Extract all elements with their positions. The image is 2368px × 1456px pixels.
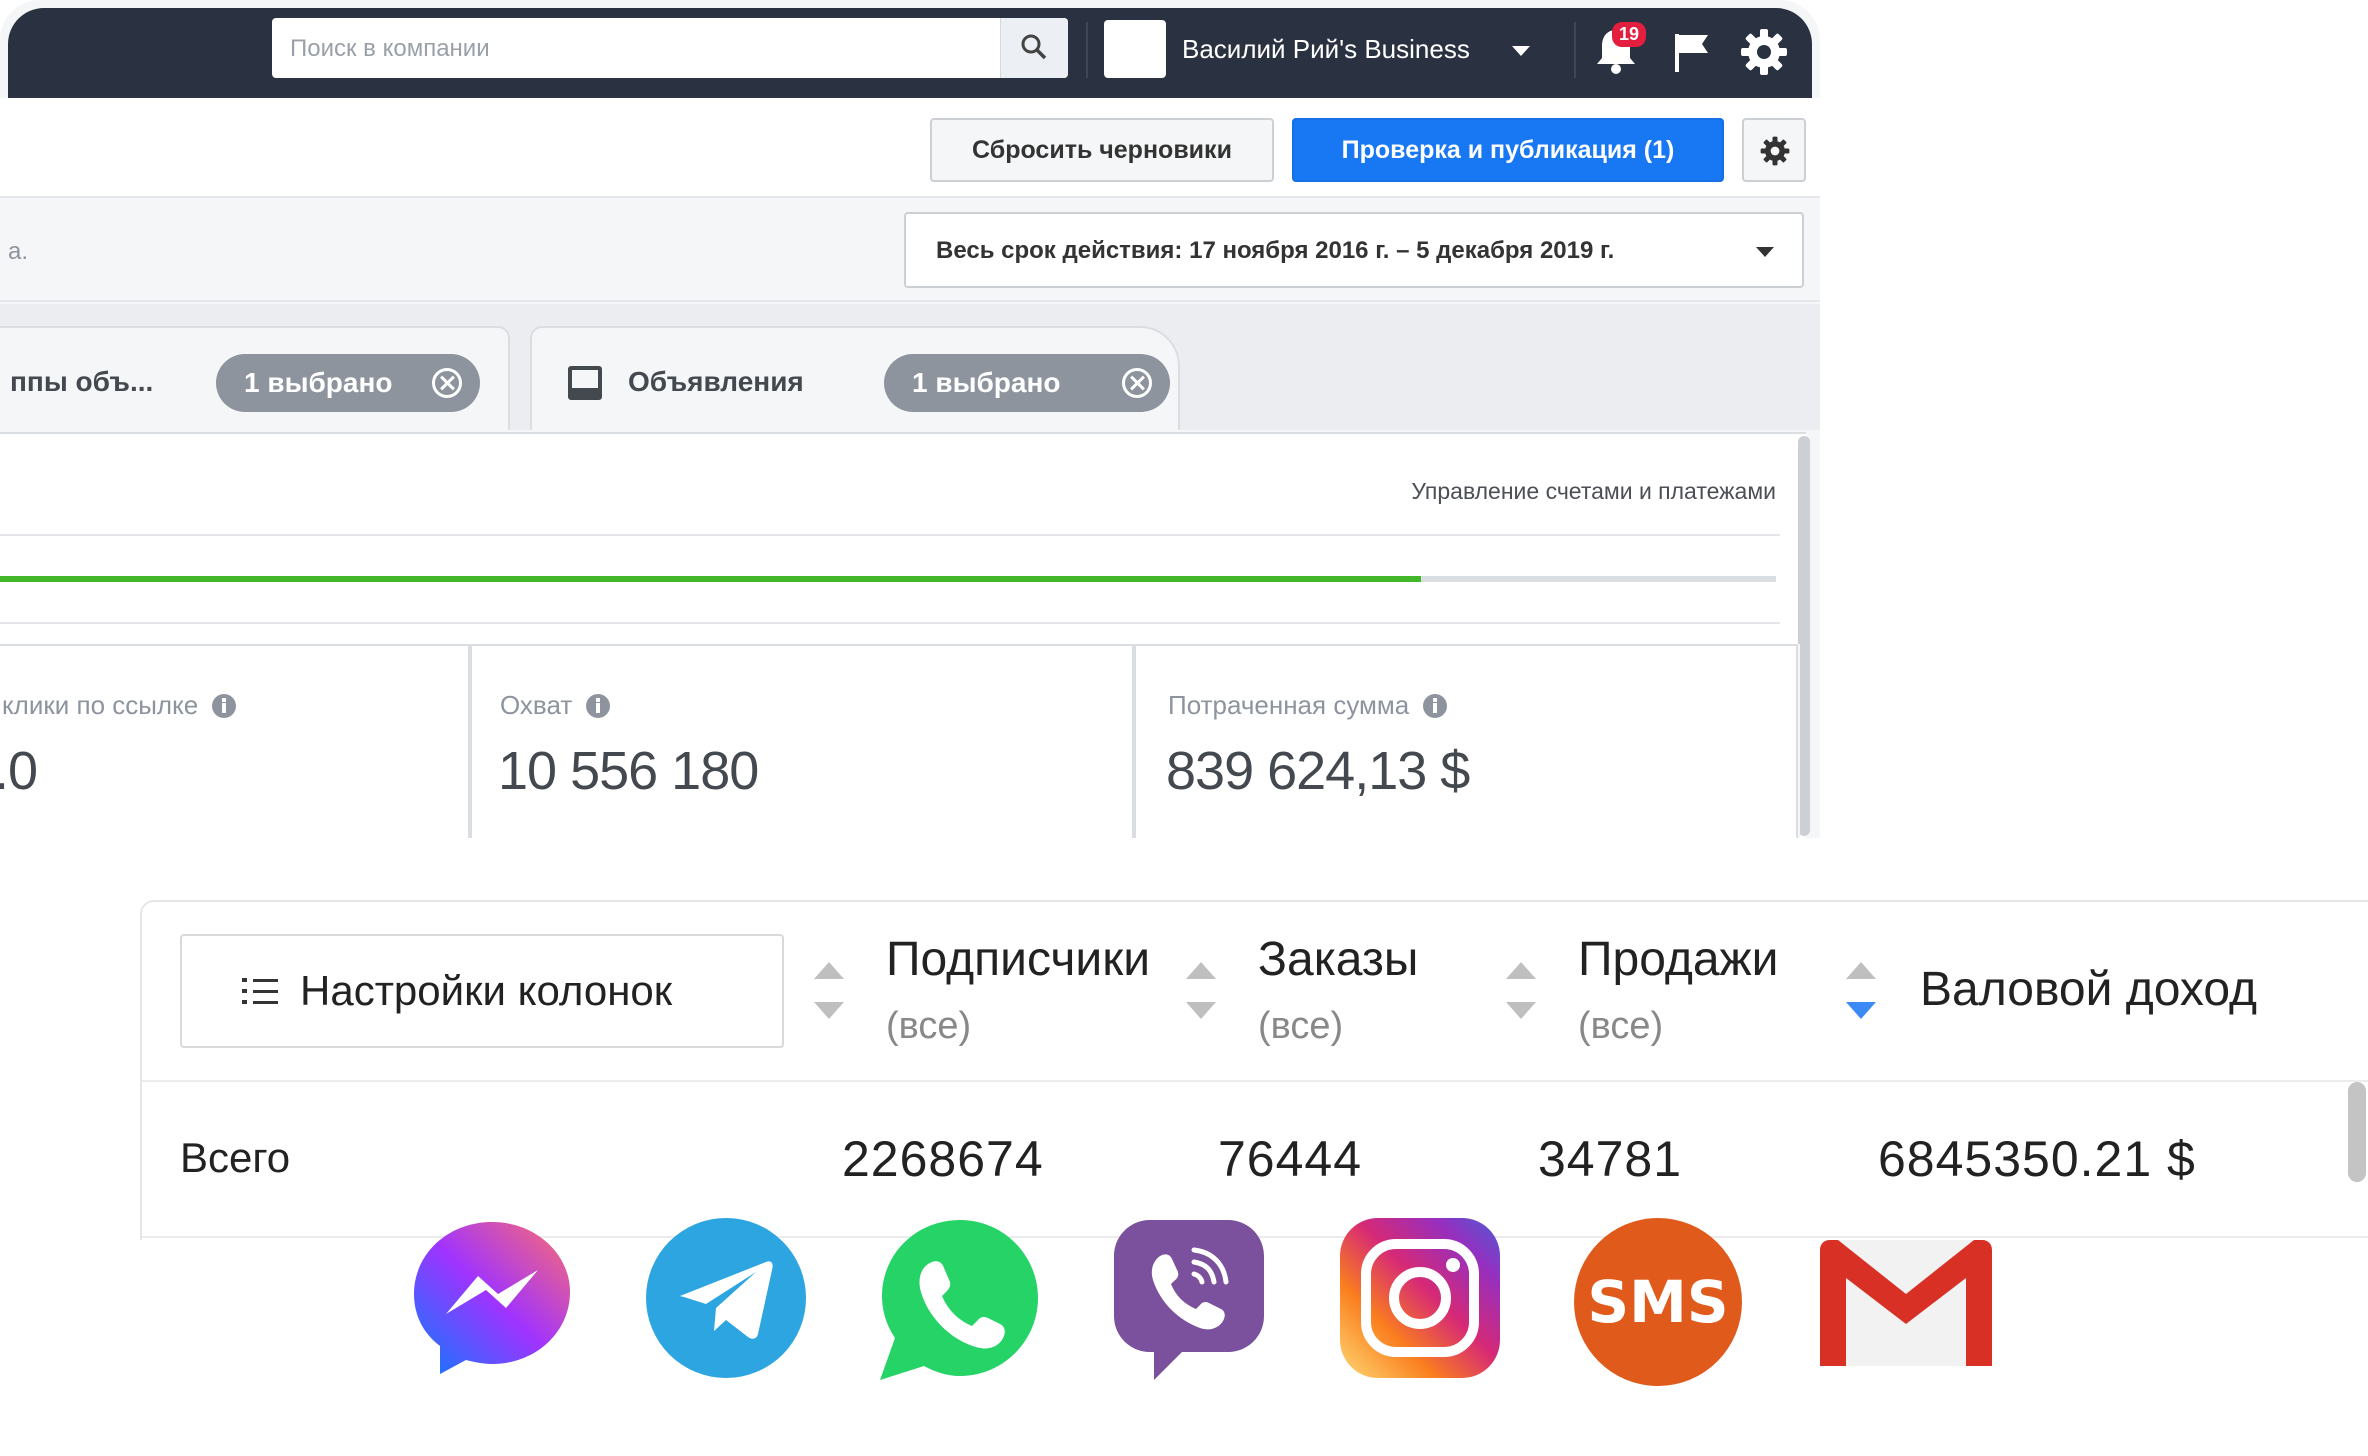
settings-button[interactable] — [1742, 118, 1806, 182]
ad-icon — [568, 366, 602, 400]
total-orders: 76444 — [1218, 1131, 1363, 1187]
info-icon[interactable] — [1423, 693, 1448, 718]
chevron-down-icon — [1756, 247, 1774, 257]
reset-drafts-button[interactable]: Сбросить черновики — [930, 118, 1274, 182]
column-settings-label: Настройки колонок — [300, 967, 673, 1014]
telegram-icon — [646, 1218, 806, 1378]
chevron-down-icon[interactable] — [1512, 46, 1530, 56]
sms-icon: SMS — [1574, 1218, 1742, 1386]
sort-gross-revenue-control[interactable] — [1846, 962, 1876, 1026]
facebook-messenger-icon — [414, 1222, 570, 1374]
selection-chip[interactable]: 1 выбрано — [216, 354, 480, 412]
metrics-row: клики по ссылке .0 Охват 10 556 180 Потр… — [0, 644, 1800, 838]
progress-fill — [0, 576, 1421, 582]
sort-subscribers-control[interactable] — [814, 962, 844, 1026]
metric-reach: Охват 10 556 180 — [470, 644, 1134, 838]
metric-link-clicks: клики по ссылке .0 — [0, 644, 470, 838]
divider — [1086, 22, 1088, 78]
level-tabs: ппы объ... 1 выбрано Объявления 1 выбран… — [0, 304, 1820, 430]
gmail-icon — [1820, 1240, 1992, 1366]
tab-ad-sets[interactable]: ппы объ... 1 выбрано — [0, 326, 510, 430]
business-avatar[interactable] — [1104, 20, 1166, 78]
viber-icon — [1114, 1220, 1264, 1380]
notification-badge: 19 — [1612, 22, 1647, 47]
sort-orders-control[interactable] — [1186, 962, 1216, 1026]
search-icon — [1021, 34, 1047, 60]
chip-label: 1 выбрано — [244, 367, 393, 398]
total-row-label: Всего — [180, 1134, 291, 1181]
metric-amount-spent: Потраченная сумма 839 624,13 $ — [1134, 644, 1798, 838]
total-sales: 34781 — [1538, 1131, 1683, 1187]
clear-selection-icon[interactable] — [1122, 368, 1152, 398]
table-scrollbar[interactable] — [2348, 1082, 2366, 1182]
metric-value: 10 556 180 — [498, 741, 759, 801]
whatsapp-icon — [880, 1220, 1038, 1380]
metric-label: клики по ссылке — [2, 690, 199, 720]
tab-ads[interactable]: Объявления 1 выбрано — [530, 326, 1180, 430]
info-icon[interactable] — [212, 693, 237, 718]
column-header-orders: Заказы (все) — [1258, 933, 1419, 1047]
divider — [1574, 22, 1576, 78]
action-toolbar: Сбросить черновики Проверка и публикация… — [0, 98, 1820, 198]
business-account-name[interactable]: Василий Рий's Business — [1182, 34, 1470, 65]
column-settings-button[interactable]: Настройки колонок — [180, 934, 784, 1048]
stats-table: Настройки колонок Подписчики (все) Заказы… — [140, 900, 2368, 1240]
column-header-sales: Продажи (все) — [1578, 933, 1779, 1047]
review-and-publish-button[interactable]: Проверка и публикация (1) — [1292, 118, 1724, 182]
total-gross-revenue: 6845350.21 $ — [1878, 1131, 2196, 1187]
search-input[interactable]: Поиск в компании — [290, 35, 490, 63]
date-range-row: a. Весь срок действия: 17 ноября 2016 г.… — [0, 200, 1820, 302]
divider — [0, 534, 1780, 536]
metric-value: 839 624,13 $ — [1166, 741, 1470, 801]
company-search[interactable]: Поиск в компании — [272, 18, 1068, 78]
total-subscribers: 2268674 — [842, 1131, 1044, 1187]
selection-chip[interactable]: 1 выбрано — [884, 354, 1170, 412]
top-navigation-bar: Поиск в компании Василий Рий's Business … — [8, 8, 1812, 98]
divider — [142, 1080, 2368, 1082]
list-icon — [242, 976, 278, 1006]
ads-manager-screenshot: Поиск в компании Василий Рий's Business … — [0, 0, 1820, 838]
instagram-icon — [1340, 1218, 1500, 1378]
sms-label: SMS — [1587, 1268, 1728, 1336]
column-header-subscribers: Подписчики (все) — [886, 933, 1151, 1047]
metric-label: Потраченная сумма — [1168, 690, 1410, 720]
chip-label: 1 выбрано — [912, 367, 1061, 398]
metric-label: Охват — [500, 690, 573, 720]
metric-value: .0 — [0, 741, 38, 801]
tab-label: ппы объ... — [10, 366, 154, 397]
gear-icon[interactable] — [1740, 28, 1788, 76]
column-header-gross-revenue: Валовой доход — [1920, 963, 2258, 1016]
gear-icon — [1760, 136, 1790, 166]
date-range-label: Весь срок действия: 17 ноября 2016 г. – … — [936, 237, 1615, 264]
sort-sales-control[interactable] — [1506, 962, 1536, 1026]
tab-label: Объявления — [628, 366, 804, 397]
truncated-text: a. — [8, 238, 29, 265]
date-range-picker[interactable]: Весь срок действия: 17 ноября 2016 г. – … — [904, 212, 1804, 288]
search-button[interactable] — [1000, 18, 1068, 78]
clear-selection-icon[interactable] — [432, 368, 462, 398]
spend-progress-bar — [0, 576, 1776, 582]
billing-and-payments-link[interactable]: Управление счетами и платежами — [1411, 478, 1776, 505]
info-icon[interactable] — [586, 693, 611, 718]
flag-icon[interactable] — [1672, 32, 1712, 74]
divider — [0, 622, 1780, 624]
